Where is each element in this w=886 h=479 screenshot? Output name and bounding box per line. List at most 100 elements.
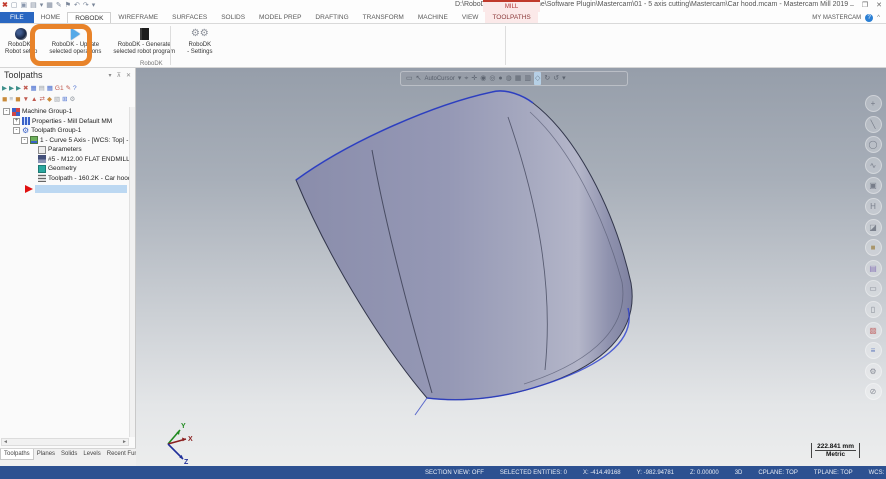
tree-item-properties[interactable]: + Properties - Mill Default MM [1,117,129,127]
display-icon[interactable]: ⊞ [62,95,67,104]
tab-wireframe[interactable]: WIREFRAME [111,12,165,23]
spline-icon[interactable]: ∿ [865,157,882,174]
panel-pin-icon[interactable]: ⊼ [117,72,121,79]
tab-file[interactable]: FILE [0,12,34,23]
insert-arrow-icon[interactable]: ◆ [47,95,52,104]
regen-selected-icon[interactable]: ▶ [16,84,21,93]
panel-tab-planes[interactable]: Planes [34,449,58,459]
save-icon[interactable]: ▣ [21,0,28,12]
section-view-status[interactable]: SECTION VIEW: OFF [425,470,484,476]
midpoint-icon[interactable]: ● [498,72,502,85]
list-icon[interactable]: ≡ [9,95,13,104]
autocursor-label[interactable]: AutoCursor [425,76,455,82]
tab-transform[interactable]: TRANSFORM [356,12,411,23]
viewport-canvas[interactable]: ▭ ↖ AutoCursor ▾ ⌖ ✛ ◉ ◎ ● ◍ ▦ ▥ ◇ ↻ ↺ ▾… [136,68,886,466]
open-icon[interactable]: ▤ [30,0,37,12]
open-dropdown-icon[interactable]: ▾ [40,0,44,12]
active-snap-icon[interactable]: ◇ [534,72,541,85]
select-all-ops-icon[interactable]: ▶ [2,84,7,93]
midpoint-entity-icon[interactable]: Η [865,198,882,215]
expander-icon[interactable]: + [13,118,20,125]
panel-tab-levels[interactable]: Levels [80,449,103,459]
backplot-icon[interactable]: ▦ [30,84,36,93]
print-icon[interactable]: ▦ [46,0,53,12]
minimize-button[interactable]: – [850,0,854,12]
tab-home[interactable]: HOME [34,12,68,23]
select-none-ops-icon[interactable]: ▶ [9,84,14,93]
redo-icon[interactable]: ↷ [83,0,89,12]
expander-icon[interactable]: - [21,137,28,144]
robodk-generate-robot-program-button[interactable]: RoboDK - Generate selected robot program [110,25,178,57]
help-icon[interactable]: ? [73,84,77,93]
chevron-down-icon[interactable]: ▾ [458,72,462,85]
tree-item-parameters[interactable]: Parameters [1,145,129,155]
fillet-icon[interactable]: ◪ [865,219,882,236]
rotate-icon[interactable]: ↺ [553,72,559,85]
line-icon[interactable]: ╲ [865,116,882,133]
tab-solids[interactable]: SOLIDS [214,12,252,23]
grid-icon[interactable]: ▦ [515,72,522,85]
tree-item-geometry[interactable]: Geometry [1,164,129,174]
move-arrows-icon[interactable]: ⇄ [39,95,44,104]
tab-machine[interactable]: MACHINE [411,12,455,23]
panel-dropdown-icon[interactable]: ▾ [109,72,112,79]
surface-icon[interactable]: ▣ [865,177,882,194]
disable-icon[interactable]: ⊘ [865,383,882,400]
tree-item-tool[interactable]: #5 - M12.00 FLAT ENDMILL - FLAT END [1,155,129,165]
tab-toolpaths[interactable]: TOOLPATHS [485,12,537,23]
tree-item-toolpath-file[interactable]: Toolpath - 160.2K - Car hood.NC - Prog [1,174,129,184]
bounds-icon[interactable]: ▭ [865,280,882,297]
save-as-icon[interactable]: ✎ [56,0,62,12]
panel-close-icon[interactable]: ✕ [126,72,131,79]
options-gear-icon[interactable]: ⚙ [70,95,76,104]
ribbon-collapse-icon[interactable]: ^ [877,15,880,21]
robodk-settings-button[interactable]: ⚙⚙ RoboDK - Settings [184,25,215,57]
lock-icon[interactable]: ◼ [2,95,7,104]
more-dropdown-icon[interactable]: ▾ [562,72,566,85]
solid-cube-icon[interactable]: ■ [865,239,882,256]
close-button[interactable]: ✕ [876,0,882,12]
tab-surfaces[interactable]: SURFACES [165,12,214,23]
tree-vertical-scrollbar[interactable] [129,107,135,437]
move-down-icon[interactable]: ▼ [23,95,29,104]
point-select-icon[interactable]: ◉ [480,72,486,85]
robodk-update-selected-operations-button[interactable]: RoboDK - Update selected operations [46,25,104,57]
new-file-icon[interactable]: ▢ [11,0,18,12]
cplane-selector[interactable]: CPLANE: TOP [758,470,797,476]
robodk-robot-setup-button[interactable]: RoboDK - Robot setup [2,25,40,57]
undo-icon[interactable]: ↶ [74,0,80,12]
folder-icon[interactable]: ▧ [54,95,60,104]
expander-icon[interactable]: - [3,108,10,115]
edit-icon[interactable]: ✎ [66,84,71,93]
qat-customize-icon[interactable]: ▾ [92,0,96,12]
snap-icon[interactable]: ▥ [524,72,531,85]
export-flag-icon[interactable]: ⚑ [65,0,71,12]
mode-3d-toggle[interactable]: 3D [735,470,743,476]
circle-icon[interactable]: ◯ [865,136,882,153]
gview-icon[interactable]: ⌖ [464,72,468,85]
panel-tab-toolpaths[interactable]: Toolpaths [0,449,34,460]
tree-item-operation[interactable]: - 1 - Curve 5 Axis - [WCS: Top] - [Tplan… [1,136,129,146]
zoom-fit-icon[interactable]: + [865,95,882,112]
note-icon[interactable]: ▯ [865,301,882,318]
tree-item-toolpath-group[interactable]: - ⚙ Toolpath Group-1 [1,126,129,136]
circle-select-icon[interactable]: ◎ [489,72,495,85]
regen-all-icon[interactable]: ✖ [23,84,28,93]
tab-model-prep[interactable]: MODEL PREP [252,12,308,23]
expander-icon[interactable]: - [13,127,20,134]
tplane-selector[interactable]: TPLANE: TOP [814,470,853,476]
tab-drafting[interactable]: DRAFTING [308,12,355,23]
planes-icon[interactable]: ▤ [865,260,882,277]
my-mastercam-label[interactable]: MY MASTERCAM [812,15,861,21]
levels-icon[interactable]: ≡ [865,342,882,359]
simulate-icon[interactable]: ▦ [47,84,53,93]
wcs-selector[interactable]: WCS: TOP [869,470,886,476]
insert-position-row[interactable] [1,184,129,194]
tab-view[interactable]: VIEW [455,12,486,23]
settings-gear-icon[interactable]: ⚙ [865,363,882,380]
move-up-icon[interactable]: ▲ [31,95,37,104]
tree-horizontal-scrollbar[interactable]: ◄► [1,438,129,446]
post-icon[interactable]: G1 [55,84,64,93]
hatch-icon[interactable]: ▩ [865,322,882,339]
panel-tab-solids[interactable]: Solids [58,449,80,459]
